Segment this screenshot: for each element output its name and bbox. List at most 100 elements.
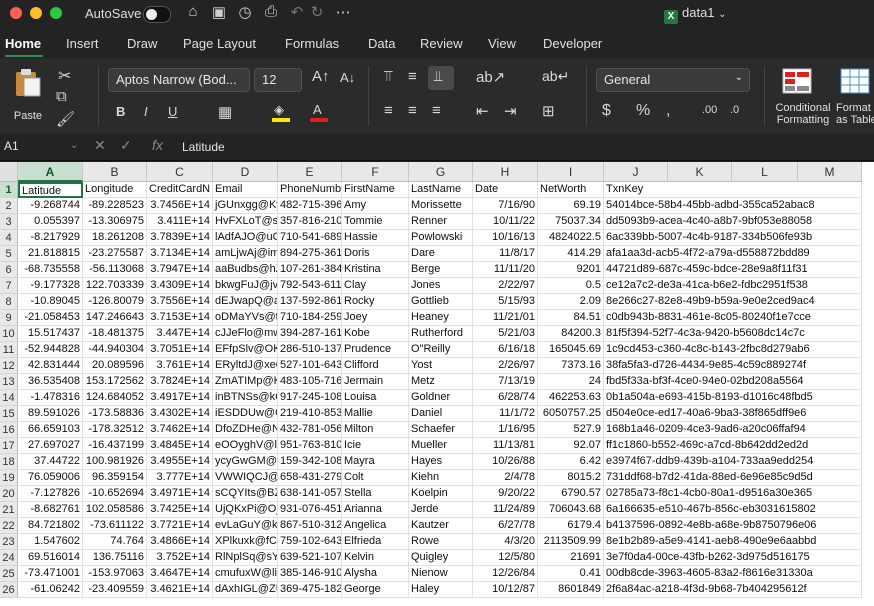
table-cell[interactable]: 18.261208 bbox=[83, 230, 147, 246]
table-cell[interactable]: HvFXLoT@sA bbox=[213, 214, 278, 230]
column-header-l[interactable]: L bbox=[732, 162, 798, 182]
cancel-entry-icon[interactable]: ✕ bbox=[94, 137, 106, 154]
table-cell[interactable]: Clifford bbox=[342, 358, 409, 374]
table-cell[interactable]: 759-102-643 bbox=[278, 534, 342, 550]
underline-button[interactable]: U bbox=[168, 104, 177, 119]
table-cell[interactable]: afa1aa3d-acb5-4f72-a79a-d558872bdd89 bbox=[604, 246, 862, 262]
table-cell[interactable]: 137-592-861 bbox=[278, 294, 342, 310]
table-cell[interactable]: Daniel bbox=[409, 406, 473, 422]
table-cell[interactable]: 638-141-057 bbox=[278, 486, 342, 502]
table-cell[interactable]: 122.703339 bbox=[83, 278, 147, 294]
table-cell[interactable]: 357-816-210 bbox=[278, 214, 342, 230]
table-cell[interactable]: Mueller bbox=[409, 438, 473, 454]
table-cell[interactable]: 7/16/90 bbox=[473, 198, 538, 214]
table-cell[interactable]: 5/21/03 bbox=[473, 326, 538, 342]
table-cell[interactable]: 81f5f394-52f7-4c3a-9420-b5608dc14c7c bbox=[604, 326, 862, 342]
orientation-icon[interactable]: ab↗ bbox=[476, 68, 505, 86]
format-as-table-button[interactable]: Format as Table bbox=[836, 64, 874, 130]
table-cell[interactable]: 165045.69 bbox=[538, 342, 604, 358]
table-cell[interactable]: 6/16/18 bbox=[473, 342, 538, 358]
bold-button[interactable]: B bbox=[116, 104, 125, 119]
table-cell[interactable]: 894-275-361 bbox=[278, 246, 342, 262]
decrease-decimal-icon[interactable]: .0 bbox=[730, 104, 739, 116]
table-cell[interactable]: 75037.34 bbox=[538, 214, 604, 230]
table-cell[interactable]: Stella bbox=[342, 486, 409, 502]
table-cell[interactable]: ERyltdJ@xeC bbox=[213, 358, 278, 374]
close-window-button[interactable] bbox=[10, 7, 22, 19]
table-cell[interactable]: Jermain bbox=[342, 374, 409, 390]
table-cell[interactable]: -23.409559 bbox=[83, 582, 147, 598]
table-cell[interactable]: -10.89045 bbox=[18, 294, 83, 310]
row-header[interactable]: 24 bbox=[0, 550, 18, 566]
table-cell[interactable]: c0db943b-8831-461e-8c05-80240f1e7cce bbox=[604, 310, 862, 326]
row-header[interactable]: 8 bbox=[0, 294, 18, 310]
table-cell[interactable]: 74.764 bbox=[83, 534, 147, 550]
table-cell[interactable]: Prudence bbox=[342, 342, 409, 358]
table-cell[interactable]: 8601849 bbox=[538, 582, 604, 598]
table-cell[interactable]: 482-715-396 bbox=[278, 198, 342, 214]
table-cell[interactable]: eOOyghV@le bbox=[213, 438, 278, 454]
row-header[interactable]: 26 bbox=[0, 582, 18, 598]
row-header[interactable]: 7 bbox=[0, 278, 18, 294]
table-cell[interactable]: 02785a73-f8c1-4cb0-80a1-d9516a30e365 bbox=[604, 486, 862, 502]
row-header[interactable]: 2 bbox=[0, 198, 18, 214]
table-cell[interactable]: 10/16/13 bbox=[473, 230, 538, 246]
column-header-j[interactable]: J bbox=[604, 162, 668, 182]
table-cell[interactable]: 3.4621E+14 bbox=[147, 582, 213, 598]
table-cell[interactable]: 1c9cd453-c360-4c8c-b143-2fbc8d279ab6 bbox=[604, 342, 862, 358]
header-cell[interactable]: Date bbox=[473, 182, 538, 198]
table-cell[interactable]: 136.75116 bbox=[83, 550, 147, 566]
row-header[interactable]: 1 bbox=[0, 182, 18, 198]
table-cell[interactable]: 69.516014 bbox=[18, 550, 83, 566]
table-cell[interactable]: -153.97063 bbox=[83, 566, 147, 582]
table-cell[interactable]: lAdfAJO@uO bbox=[213, 230, 278, 246]
increase-decimal-icon[interactable]: .00 bbox=[702, 104, 717, 116]
table-cell[interactable]: 6/28/74 bbox=[473, 390, 538, 406]
align-center-icon[interactable]: ≡ bbox=[408, 102, 417, 119]
table-cell[interactable]: 4/3/20 bbox=[473, 534, 538, 550]
table-cell[interactable]: e3974f67-ddb9-439b-a104-733aa9edd254 bbox=[604, 454, 862, 470]
table-cell[interactable]: 6050757.25 bbox=[538, 406, 604, 422]
table-cell[interactable]: 483-105-716 bbox=[278, 374, 342, 390]
table-cell[interactable]: 12/5/80 bbox=[473, 550, 538, 566]
format-painter-icon[interactable]: 🖌 bbox=[56, 110, 75, 128]
table-cell[interactable]: Colt bbox=[342, 470, 409, 486]
table-cell[interactable]: 3.7462E+14 bbox=[147, 422, 213, 438]
percent-format-icon[interactable]: % bbox=[636, 102, 650, 120]
redo-icon[interactable]: ↻ bbox=[306, 3, 328, 21]
table-cell[interactable]: 658-431-279 bbox=[278, 470, 342, 486]
table-cell[interactable]: Elfrieda bbox=[342, 534, 409, 550]
table-cell[interactable]: -173.58836 bbox=[83, 406, 147, 422]
table-cell[interactable]: inBTNSs@kC bbox=[213, 390, 278, 406]
column-header-k[interactable]: K bbox=[668, 162, 732, 182]
table-cell[interactable]: 462253.63 bbox=[538, 390, 604, 406]
table-cell[interactable]: aaBudbs@hZ bbox=[213, 262, 278, 278]
column-header-h[interactable]: H bbox=[473, 162, 538, 182]
table-cell[interactable]: 710-184-259 bbox=[278, 310, 342, 326]
header-cell[interactable]: CreditCardN bbox=[147, 182, 213, 198]
table-cell[interactable]: 3.7425E+14 bbox=[147, 502, 213, 518]
row-header[interactable]: 12 bbox=[0, 358, 18, 374]
table-cell[interactable]: 36.535408 bbox=[18, 374, 83, 390]
table-cell[interactable]: -52.944828 bbox=[18, 342, 83, 358]
table-cell[interactable]: Yost bbox=[409, 358, 473, 374]
tab-draw[interactable]: Draw bbox=[127, 36, 157, 51]
table-cell[interactable]: 527-101-643 bbox=[278, 358, 342, 374]
table-cell[interactable]: 69.19 bbox=[538, 198, 604, 214]
table-cell[interactable]: 951-763-810 bbox=[278, 438, 342, 454]
align-left-icon[interactable]: ≡ bbox=[384, 102, 393, 119]
table-cell[interactable]: Renner bbox=[409, 214, 473, 230]
table-cell[interactable]: 0.055397 bbox=[18, 214, 83, 230]
table-cell[interactable]: Mayra bbox=[342, 454, 409, 470]
table-cell[interactable]: 639-521-107 bbox=[278, 550, 342, 566]
table-cell[interactable]: Mallie bbox=[342, 406, 409, 422]
column-header-f[interactable]: F bbox=[342, 162, 409, 182]
table-cell[interactable]: 4824022.5 bbox=[538, 230, 604, 246]
table-cell[interactable]: 706043.68 bbox=[538, 502, 604, 518]
table-cell[interactable]: 3.4302E+14 bbox=[147, 406, 213, 422]
table-cell[interactable]: 3.4917E+14 bbox=[147, 390, 213, 406]
table-cell[interactable]: 11/13/81 bbox=[473, 438, 538, 454]
header-cell[interactable]: Email bbox=[213, 182, 278, 198]
table-cell[interactable]: -1.478316 bbox=[18, 390, 83, 406]
table-cell[interactable]: sCQYIts@BZ bbox=[213, 486, 278, 502]
